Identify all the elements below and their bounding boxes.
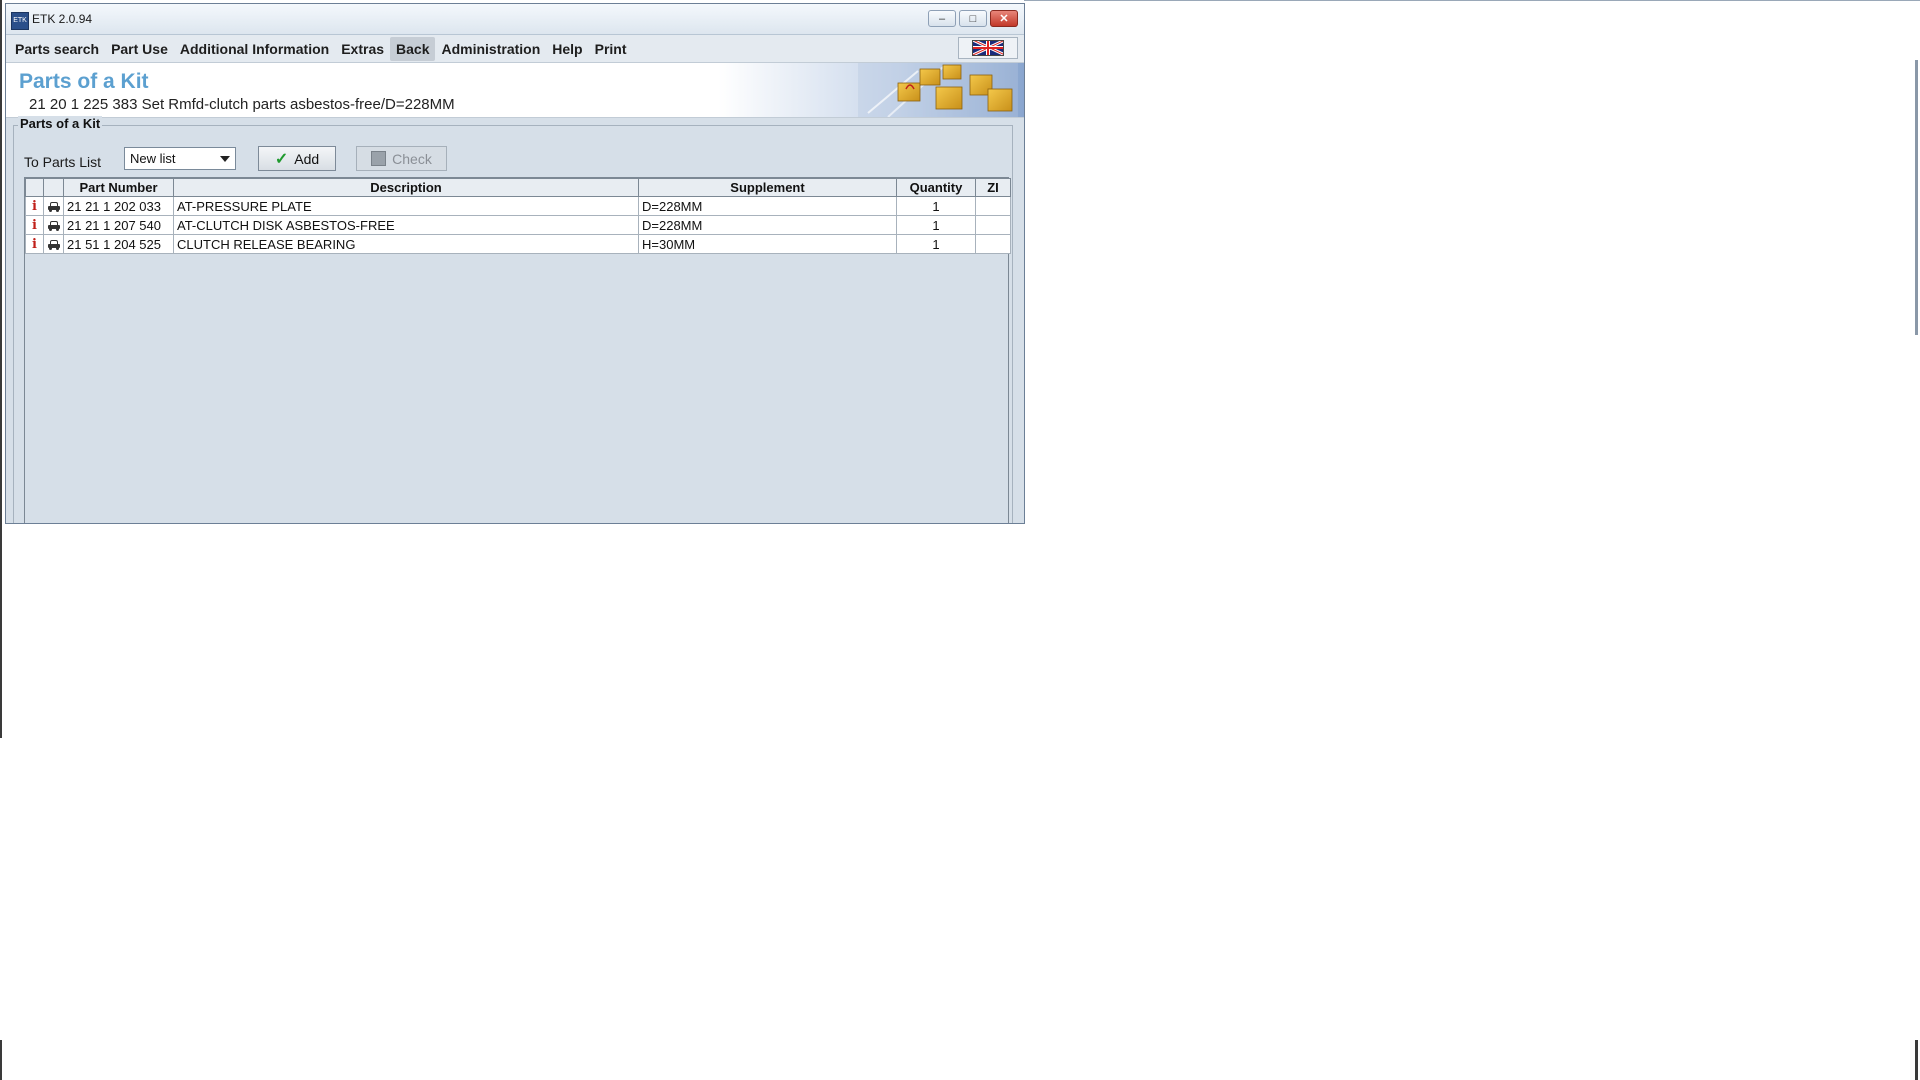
add-button-label: Add [294, 150, 320, 167]
menu-additional-information[interactable]: Additional Information [174, 37, 335, 61]
menu-help[interactable]: Help [546, 37, 588, 61]
quantity-cell[interactable]: 1 [896, 234, 976, 254]
menu-administration[interactable]: Administration [435, 37, 546, 61]
car-icon[interactable] [47, 202, 60, 213]
menu-parts-search[interactable]: Parts search [9, 37, 105, 61]
description-cell[interactable]: AT-CLUTCH DISK ASBESTOS-FREE [173, 215, 639, 235]
part-number-cell[interactable]: 21 21 1 207 540 [63, 215, 174, 235]
column-header-zi[interactable]: ZI [975, 178, 1011, 197]
minimize-button[interactable]: – [928, 10, 956, 27]
screen-edge-left-lower [0, 1040, 2, 1080]
screen-edge-left [0, 0, 2, 738]
etk-app-icon: ETK [11, 12, 29, 30]
quantity-cell[interactable]: 1 [896, 215, 976, 235]
part-number-cell[interactable]: 21 51 1 204 525 [63, 234, 174, 254]
screen-edge-top [1024, 0, 1920, 1]
car-icon[interactable] [47, 240, 60, 251]
description-cell[interactable]: CLUTCH RELEASE BEARING [173, 234, 639, 254]
supplement-cell[interactable]: D=228MM [638, 196, 897, 216]
car-icon[interactable] [47, 221, 60, 232]
chevron-down-icon [220, 156, 230, 162]
parts-list-select-value: New list [130, 151, 176, 166]
page-title: Parts of a Kit [19, 70, 149, 93]
menu-extras[interactable]: Extras [335, 37, 390, 61]
add-button[interactable]: ✓ Add [258, 146, 336, 171]
boxes-illustration-icon [858, 63, 1018, 117]
supplement-cell[interactable]: D=228MM [638, 215, 897, 235]
info-icon[interactable]: i [32, 237, 37, 252]
menu-part-use[interactable]: Part Use [105, 37, 174, 61]
etk-window: ETK ETK 2.0.94 – □ ✕ Parts search Part U… [5, 3, 1025, 524]
zi-cell[interactable] [975, 196, 1011, 216]
column-header-part-number[interactable]: Part Number [63, 178, 174, 197]
language-button[interactable] [958, 37, 1018, 59]
kit-description: 21 20 1 225 383 Set Rmfd-clutch parts as… [29, 96, 455, 113]
vehicle-cell[interactable] [43, 215, 64, 235]
checkmark-icon: ✓ [274, 150, 289, 168]
group-title: Parts of a Kit [18, 116, 103, 131]
column-header-supplement[interactable]: Supplement [638, 178, 897, 197]
page-header: Parts of a Kit 21 20 1 225 383 Set Rmfd-… [6, 63, 1024, 118]
maximize-button[interactable]: □ [959, 10, 987, 27]
zi-cell[interactable] [975, 234, 1011, 254]
close-button[interactable]: ✕ [990, 10, 1018, 27]
description-cell[interactable]: AT-PRESSURE PLATE [173, 196, 639, 216]
window-title: ETK 2.0.94 [32, 12, 93, 26]
screen-edge-bottom-right [1915, 1040, 1918, 1080]
table-row[interactable]: i 21 21 1 202 033 AT-PRESSURE PLATE D=22… [25, 196, 1011, 216]
column-header-quantity[interactable]: Quantity [896, 178, 976, 197]
table-row[interactable]: i 21 51 1 204 525 CLUTCH RELEASE BEARING… [25, 234, 1011, 254]
parts-list-select[interactable]: New list [124, 147, 236, 170]
table-row[interactable]: i 21 21 1 207 540 AT-CLUTCH DISK ASBESTO… [25, 215, 1011, 235]
document-check-icon [371, 151, 387, 166]
background-scrollbar[interactable] [1915, 60, 1918, 335]
menu-bar: Parts search Part Use Additional Informa… [6, 35, 1024, 63]
close-icon: ✕ [999, 13, 1009, 25]
zi-cell[interactable] [975, 215, 1011, 235]
maximize-icon: □ [969, 12, 977, 25]
menu-print[interactable]: Print [589, 37, 633, 61]
supplement-cell[interactable]: H=30MM [638, 234, 897, 254]
check-button[interactable]: Check [356, 146, 447, 171]
column-header-vehicle[interactable] [43, 178, 64, 197]
column-header-info[interactable] [25, 178, 44, 197]
info-cell[interactable]: i [25, 215, 44, 235]
info-icon[interactable]: i [32, 218, 37, 233]
info-icon[interactable]: i [32, 199, 37, 214]
minimize-icon: – [938, 12, 946, 25]
menu-back[interactable]: Back [390, 37, 436, 61]
window-controls: – □ ✕ [928, 10, 1018, 27]
column-header-description[interactable]: Description [173, 178, 639, 197]
part-number-cell[interactable]: 21 21 1 202 033 [63, 196, 174, 216]
quantity-cell[interactable]: 1 [896, 196, 976, 216]
info-cell[interactable]: i [25, 196, 44, 216]
title-bar[interactable]: ETK ETK 2.0.94 – □ ✕ [6, 4, 1024, 35]
check-button-label: Check [392, 150, 432, 167]
info-cell[interactable]: i [25, 234, 44, 254]
vehicle-cell[interactable] [43, 234, 64, 254]
uk-flag-icon [972, 40, 1004, 56]
table-header-row: Part Number Description Supplement Quant… [25, 178, 1011, 197]
to-parts-list-label: To Parts List [24, 154, 102, 170]
kit-parts-table: Part Number Description Supplement Quant… [24, 177, 1011, 523]
vehicle-cell[interactable] [43, 196, 64, 216]
